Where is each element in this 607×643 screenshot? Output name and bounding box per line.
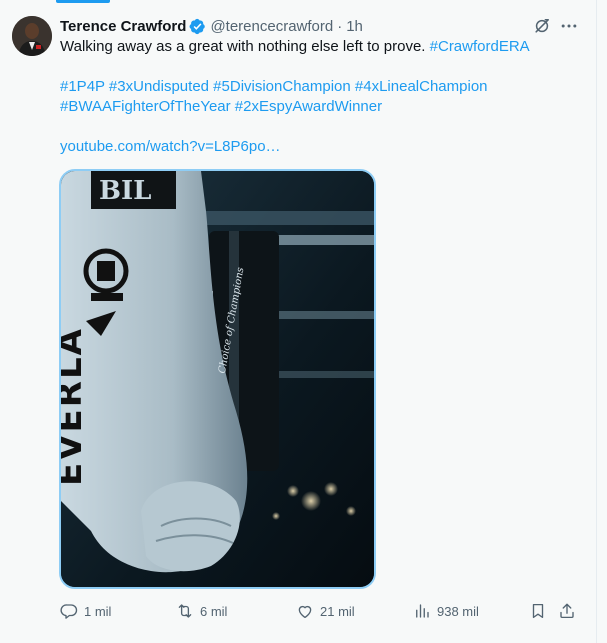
hashtag-crawfordera[interactable]: #CrawfordERA: [430, 38, 530, 55]
separator-dot: ·: [337, 17, 343, 35]
like-button[interactable]: 21 mil: [296, 598, 355, 624]
reply-count: 1 mil: [84, 603, 112, 619]
share-button[interactable]: [558, 598, 582, 624]
tweet-text-plain: Walking away as a great with nothing els…: [60, 38, 430, 55]
tweet[interactable]: Terence Crawford @terencecrawford · 1h W…: [0, 0, 597, 643]
more-icon[interactable]: [557, 14, 581, 38]
hashtags-line-2[interactable]: #BWAAFighterOfTheYear #2xEspyAwardWinner: [60, 97, 580, 117]
share-icon: [560, 603, 574, 619]
verified-badge-icon[interactable]: [189, 18, 206, 35]
avatar-image: [12, 16, 52, 56]
tweet-text: Walking away as a great with nothing els…: [60, 37, 580, 157]
repost-button[interactable]: 6 mil: [176, 598, 227, 624]
timestamp[interactable]: 1h: [346, 18, 363, 35]
author-handle[interactable]: @terencecrawford: [210, 18, 333, 35]
grok-icon[interactable]: [530, 14, 554, 38]
hashtags-line-1[interactable]: #1P4P #3xUndisputed #5DivisionChampion #…: [60, 77, 580, 97]
repost-icon: [178, 604, 192, 618]
views-count: 938 mil: [437, 603, 479, 619]
boxing-glove-photo: BIL EVERLA Choice of Champions: [61, 171, 374, 587]
glove-brand-side: EVERLA: [61, 327, 90, 486]
tweet-header: Terence Crawford @terencecrawford · 1h: [60, 16, 363, 36]
bookmark-button[interactable]: [529, 598, 553, 624]
avatar[interactable]: [12, 16, 52, 56]
glove-brand-top: BIL: [99, 176, 151, 206]
youtube-link[interactable]: youtube.com/watch?v=L8P6po…: [60, 137, 580, 157]
repost-count: 6 mil: [200, 603, 228, 619]
reply-icon: [60, 604, 78, 619]
author-name[interactable]: Terence Crawford: [60, 18, 186, 35]
like-icon: [298, 605, 312, 619]
tweet-actions: 1 mil 6 mil 21 mil 938 mil: [60, 598, 580, 624]
views-button[interactable]: 938 mil: [413, 598, 479, 624]
views-icon: [416, 604, 429, 618]
tweet-text-line-1: Walking away as a great with nothing els…: [60, 37, 580, 57]
like-count: 21 mil: [320, 603, 355, 619]
tweet-media-image[interactable]: BIL EVERLA Choice of Champions: [59, 169, 376, 589]
bookmark-icon: [532, 603, 544, 619]
reply-button[interactable]: 1 mil: [60, 598, 111, 624]
